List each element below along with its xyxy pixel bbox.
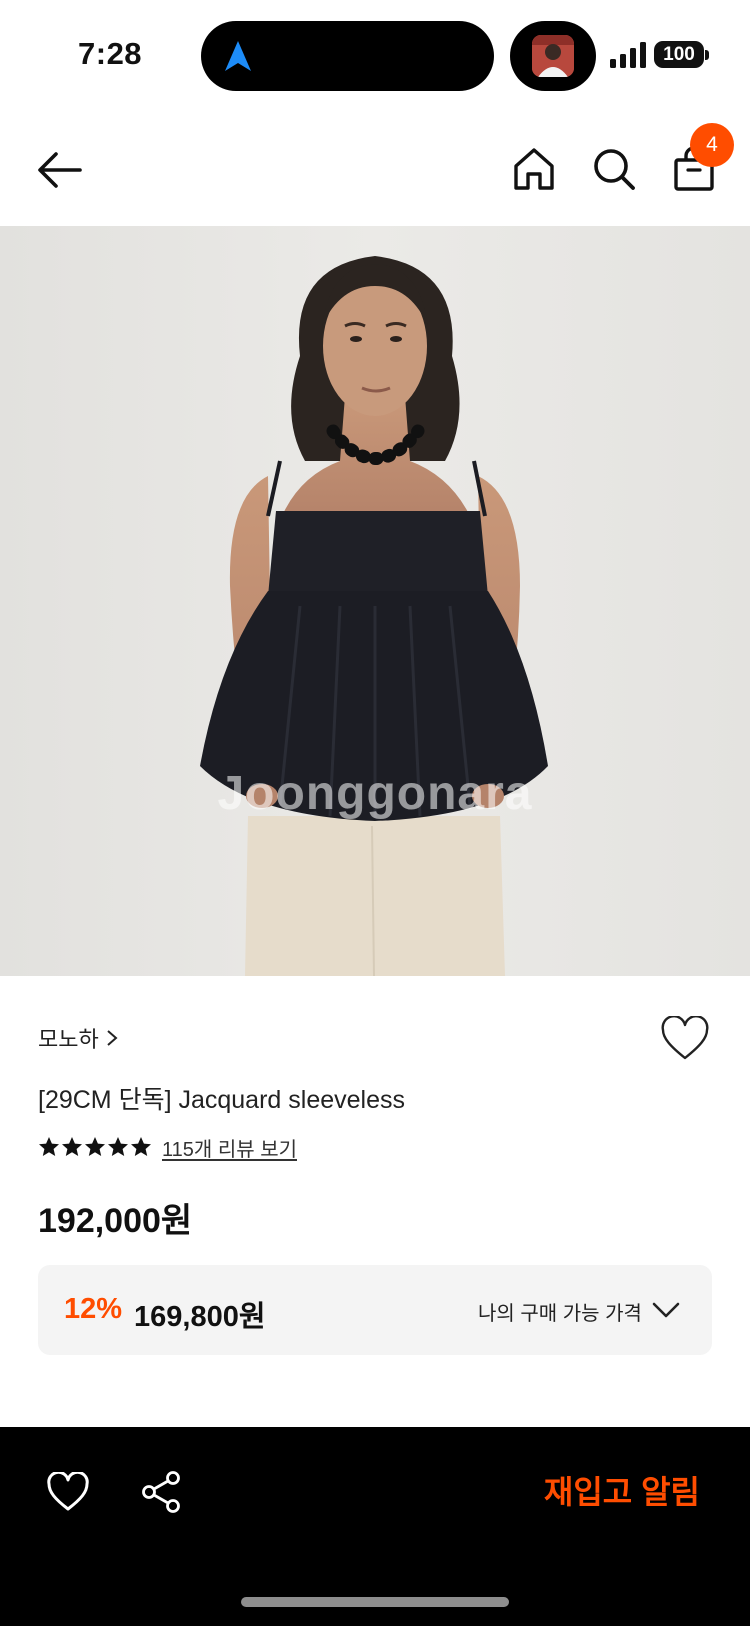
bottom-action-bar: 재입고 알림 — [0, 1427, 750, 1626]
product-title: [29CM 단독] Jacquard sleeveless — [38, 1086, 405, 1114]
chevron-right-icon — [107, 1030, 118, 1046]
status-bar: 7:28 100 — [0, 0, 750, 108]
status-time: 7:28 — [78, 36, 143, 71]
live-activity-pill[interactable] — [510, 21, 596, 91]
star-icon — [39, 1137, 59, 1156]
top-nav-bar: 4 — [0, 108, 750, 226]
review-link[interactable]: 115개 리뷰 보기 — [162, 1133, 297, 1162]
my-price-dropdown[interactable]: 12% 169,800원 나의 구매 가능 가격 — [38, 1265, 712, 1355]
my-price-label: 나의 구매 가능 가격 — [478, 1303, 642, 1325]
search-icon[interactable] — [591, 146, 637, 192]
star-icon — [85, 1137, 105, 1156]
share-icon[interactable] — [140, 1470, 182, 1514]
product-photo — [0, 226, 750, 976]
brand-link[interactable]: 모노하 — [38, 1022, 119, 1054]
star-icon — [131, 1137, 151, 1156]
brand-name: 모노하 — [38, 1027, 99, 1052]
live-activity-thumbnail — [532, 35, 574, 77]
star-rating — [38, 1136, 152, 1158]
rating-row: 115개 리뷰 보기 — [38, 1133, 297, 1162]
home-icon[interactable] — [512, 146, 556, 192]
dynamic-island — [201, 21, 494, 91]
restock-alert-button[interactable]: 재입고 알림 — [500, 1467, 700, 1517]
discount-price: 169,800원 — [134, 1301, 266, 1333]
home-indicator — [241, 1597, 509, 1607]
navigation-arrow-icon — [225, 41, 251, 71]
cellular-signal-icon — [610, 42, 646, 68]
heart-outline-icon[interactable] — [660, 1016, 710, 1062]
chevron-down-icon — [652, 1302, 680, 1318]
original-price: 192,000원 — [38, 1202, 193, 1240]
battery-icon: 100 — [654, 41, 704, 68]
heart-outline-icon[interactable] — [46, 1472, 90, 1512]
cart-count-badge: 4 — [690, 123, 734, 167]
image-watermark: Joonggonara — [217, 767, 533, 820]
star-icon — [108, 1137, 128, 1156]
star-icon — [62, 1137, 82, 1156]
discount-rate: 12% — [64, 1293, 123, 1325]
battery-nub — [705, 50, 709, 60]
product-image[interactable]: Joonggonara — [0, 226, 750, 976]
back-arrow-icon[interactable] — [36, 148, 84, 192]
